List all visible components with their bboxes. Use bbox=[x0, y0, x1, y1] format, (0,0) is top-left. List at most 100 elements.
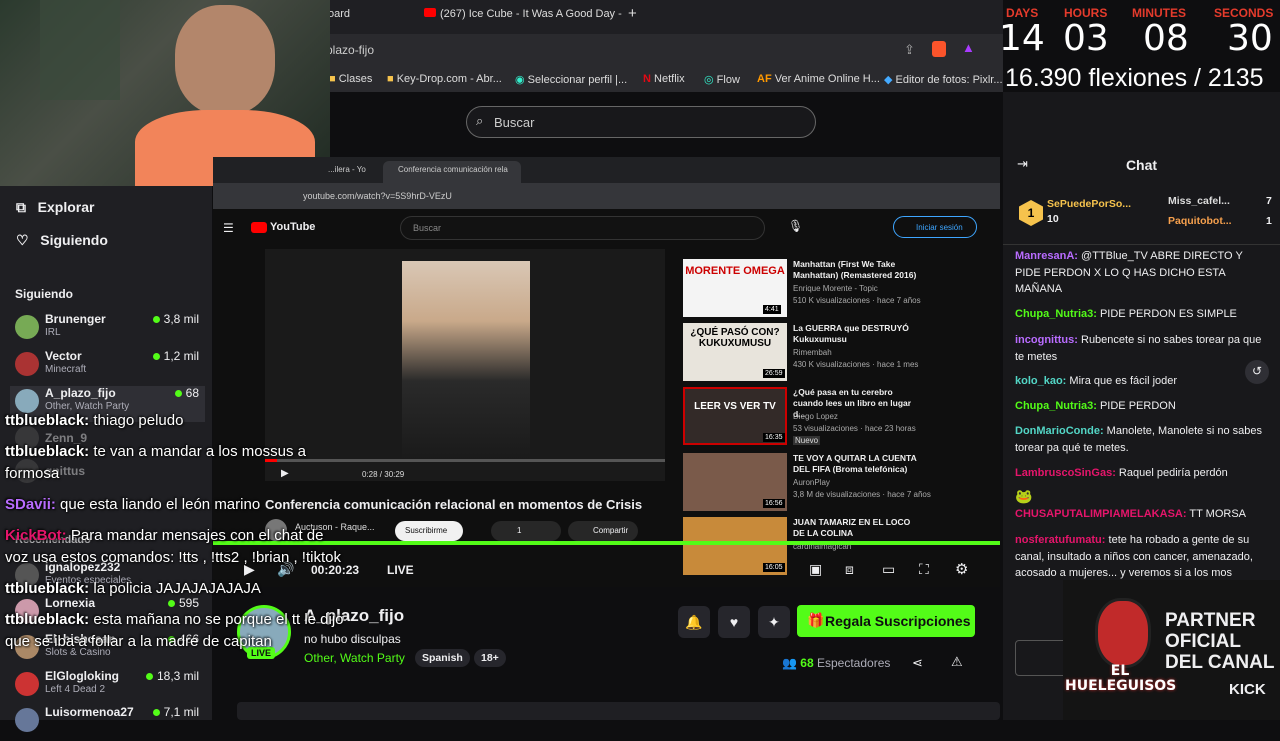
bookmark-pixlr[interactable]: ◆ Editor de fotos: Pixlr... bbox=[884, 73, 1003, 86]
report-icon[interactable]: ⚠ bbox=[951, 654, 963, 670]
yt-search-input[interactable]: Buscar bbox=[400, 216, 765, 240]
tag-language[interactable]: Spanish bbox=[415, 649, 470, 667]
search-icon: ⌕ bbox=[476, 113, 484, 128]
sidebar-channel[interactable]: Brunenger IRL 3,8 mil bbox=[15, 312, 205, 348]
yt-tab[interactable]: ...ilera - Yo bbox=[328, 165, 366, 174]
live-label: LIVE bbox=[387, 563, 414, 577]
bookmark-netflix[interactable]: N Netflix bbox=[643, 73, 685, 85]
leader-value: 1 bbox=[1266, 215, 1272, 227]
pip-icon[interactable]: ⧈ bbox=[845, 561, 854, 578]
webcam-background bbox=[40, 0, 120, 100]
overlay-chat-message: voz usa estos comandos: !tts , !tts2 , !… bbox=[5, 549, 341, 566]
chat-message: incognittus: Rubencete si no sabes torea… bbox=[1015, 334, 1262, 363]
bookmark-clases[interactable]: ■ Clases bbox=[329, 73, 372, 85]
yt-recommendation[interactable]: 16:05 JUAN TAMARIZ EN EL LOCO DE LA COLIN… bbox=[683, 517, 1000, 579]
yt-share-button[interactable]: Compartir bbox=[568, 521, 638, 541]
clip-icon[interactable]: ▣ bbox=[809, 561, 822, 578]
overlay-chat-message: KickBot: Para mandar mensajes con el cha… bbox=[5, 527, 324, 544]
settings-gear-icon[interactable]: ⚙ bbox=[955, 560, 968, 578]
viewers-icon: 👥 bbox=[782, 656, 797, 670]
pixlr-icon: ◆ bbox=[884, 74, 893, 86]
heart-icon: ♡ bbox=[16, 232, 29, 248]
yt-video-title: Conferencia comunicación relacional en m… bbox=[265, 497, 643, 512]
yt-recommendation[interactable]: ¿QUÉ PASÓ CON? KUKUXUMUSU 26:59 La GUERRA … bbox=[683, 323, 1000, 385]
avatar bbox=[15, 708, 39, 732]
overlay-chat-message: SDavii: que esta liando el león marino bbox=[5, 496, 261, 513]
shared-screen-youtube: ...ilera - Yo Conferencia comunicación r… bbox=[213, 157, 1000, 587]
notifications-bell-icon[interactable]: 🔔 bbox=[678, 606, 710, 638]
timer-seconds: 30 bbox=[1227, 18, 1273, 59]
fullscreen-icon[interactable]: ⛶ bbox=[919, 561, 929, 578]
new-tab-button[interactable]: + bbox=[628, 5, 637, 22]
yt-signin-button[interactable]: Iniciar sesión bbox=[893, 216, 977, 238]
gift-icon: 🎁 bbox=[807, 612, 825, 628]
theater-icon[interactable]: ▭ bbox=[882, 561, 895, 578]
overlay-chat-message: ttblueblack: esta mañana no se porque el… bbox=[5, 611, 344, 628]
share-icon[interactable]: ⋖ bbox=[912, 655, 923, 671]
scroll-down-icon[interactable]: ↺ bbox=[1245, 360, 1269, 384]
sidebar-section-title: Siguiendo bbox=[15, 287, 73, 301]
stream-category[interactable]: Other, Watch Party bbox=[304, 651, 405, 665]
yt-address-bar[interactable]: youtube.com/watch?v=5S9hrD-VEzU bbox=[213, 183, 1000, 209]
chat-message: ManresanA: @TTBlue_TV ABRE DIRECTO Y PID… bbox=[1015, 250, 1243, 295]
bookmark-anime[interactable]: AF Ver Anime Online H... bbox=[757, 73, 880, 85]
share-icon[interactable]: ⇪ bbox=[904, 42, 915, 58]
yt-tab-active[interactable]: Conferencia comunicación rela bbox=[398, 165, 508, 174]
sidebar-channel[interactable]: Luisormenoa27 7,1 mil bbox=[15, 705, 205, 741]
avatar bbox=[15, 672, 39, 696]
avatar bbox=[15, 352, 39, 376]
play-icon[interactable]: ▶ bbox=[281, 468, 289, 479]
menu-icon[interactable]: ☰ bbox=[223, 221, 234, 235]
yt-url-text: youtube.com/watch?v=5S9hrD-VEzU bbox=[303, 191, 452, 201]
avatar bbox=[15, 389, 39, 413]
pushup-counter: 16.390 flexiones / 2135 bbox=[1005, 64, 1264, 92]
timer-hours: 03 bbox=[1063, 18, 1109, 59]
stream-about-panel bbox=[237, 702, 1000, 720]
chat-message: Chupa_Nutria3: PIDE PERDON ES SIMPLE bbox=[1015, 308, 1237, 320]
browser-tab-youtube[interactable]: (267) Ice Cube - It Was A Good Day - bbox=[424, 8, 622, 20]
globe-icon: ◉ bbox=[515, 74, 525, 86]
gift-subs-button[interactable]: 🎁 Regala Suscripciones bbox=[797, 605, 975, 637]
player-progress-bar[interactable] bbox=[213, 541, 1000, 545]
yt-time: 0:28 / 30:29 bbox=[362, 470, 405, 479]
yt-subscribe-button[interactable]: Suscribirme bbox=[395, 521, 463, 541]
netflix-icon: N bbox=[643, 73, 651, 85]
brave-rewards-icon[interactable]: ▲ bbox=[962, 40, 975, 55]
chat-title: Chat bbox=[1125, 157, 1158, 173]
leader-name[interactable]: Paquitobot... bbox=[1168, 215, 1232, 227]
chat-message: LambruscoSinGas: Raquel pediría perdón bbox=[1015, 467, 1228, 479]
sidebar-explore[interactable]: ⧉ Explorar bbox=[16, 199, 94, 216]
leader-value: 7 bbox=[1266, 195, 1272, 207]
chat-message: kolo_kao: Mira que es fácil joder bbox=[1015, 375, 1178, 387]
yt-recommendation[interactable]: 16:56 TE VOY A QUITAR LA CUENTA DEL FIFA … bbox=[683, 453, 1000, 515]
follow-heart-icon[interactable]: ♥ bbox=[718, 606, 750, 638]
tag-mature[interactable]: 18+ bbox=[474, 649, 506, 667]
yt-video-player[interactable]: ▶ 0:28 / 30:29 bbox=[265, 249, 665, 481]
brave-shield-icon[interactable] bbox=[932, 41, 946, 57]
search-input[interactable]: ⌕ Buscar bbox=[466, 106, 816, 138]
timer-days: 14 bbox=[999, 18, 1045, 59]
leader-name[interactable]: Miss_cafel... bbox=[1168, 195, 1230, 207]
avatar bbox=[15, 315, 39, 339]
partner-line3: DEL CANAL bbox=[1165, 652, 1275, 673]
bookmark-seleccionar[interactable]: ◉ Seleccionar perfil |... bbox=[515, 73, 627, 86]
leader-name[interactable]: SePuedePorSo... bbox=[1047, 198, 1131, 210]
webcam-person-head bbox=[175, 5, 275, 115]
yt-video-frame bbox=[402, 261, 530, 461]
sidebar-channel[interactable]: Vector Minecraft 1,2 mil bbox=[15, 349, 205, 385]
youtube-logo[interactable]: YouTube bbox=[270, 221, 315, 233]
yt-recommendation[interactable]: MORENTE OMEGA 4:41 Manhattan (First We Tak… bbox=[683, 259, 1000, 321]
bookmark-flow[interactable]: ◎ Flow bbox=[704, 73, 740, 86]
yt-tab-bar: ...ilera - Yo Conferencia comunicación r… bbox=[213, 157, 1000, 183]
sparkle-icon[interactable]: ✦ bbox=[758, 606, 790, 638]
compass-icon: ⧉ bbox=[16, 199, 26, 215]
mic-icon[interactable]: 🎙 bbox=[788, 219, 803, 233]
bookmark-keydrop[interactable]: ■ Key-Drop.com - Abr... bbox=[387, 73, 502, 85]
partner-line2: OFICIAL bbox=[1165, 631, 1241, 652]
yt-like-button[interactable]: 1 bbox=[491, 521, 561, 541]
overlay-chat-message: ttblueblack: la policia JAJAJAJAJAJA bbox=[5, 580, 261, 597]
sidebar-channel[interactable]: ElGlogloking Left 4 Dead 2 18,3 mil bbox=[15, 669, 205, 705]
yt-recommendation[interactable]: LEER VS VER TV 16:35 ¿Qué pasa en tu cereb… bbox=[683, 387, 1000, 449]
browser-tab[interactable]: oard bbox=[328, 8, 350, 20]
sidebar-following[interactable]: ♡ Siguiendo bbox=[16, 232, 108, 249]
